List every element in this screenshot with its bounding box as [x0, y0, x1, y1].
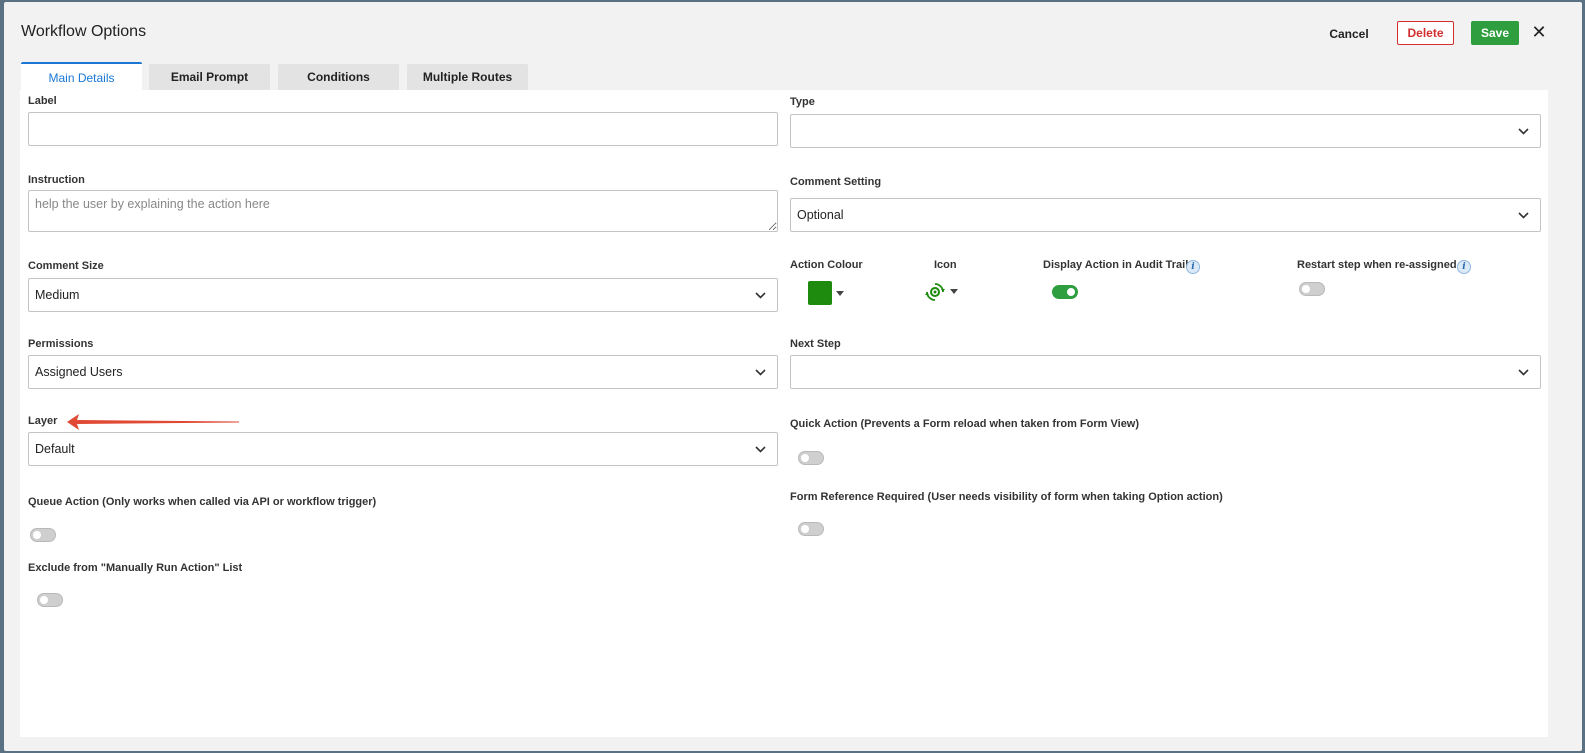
next-step-select[interactable] — [790, 355, 1541, 389]
restart-step-toggle[interactable] — [1299, 282, 1325, 296]
permissions-label: Permissions — [28, 338, 94, 350]
chevron-down-icon — [1506, 356, 1540, 388]
label-input[interactable] — [28, 112, 778, 146]
comment-setting-select[interactable]: Optional — [790, 198, 1541, 232]
caret-down-icon[interactable] — [836, 291, 844, 296]
exclude-manual-toggle[interactable] — [37, 593, 63, 607]
quick-action-label: Quick Action (Prevents a Form reload whe… — [790, 418, 1140, 430]
queue-action-toggle[interactable] — [30, 528, 56, 542]
label-field-label: Label — [28, 95, 57, 107]
restart-step-label: Restart step when re-assigned — [1297, 259, 1457, 271]
info-icon[interactable]: i — [1186, 260, 1200, 274]
type-select[interactable] — [790, 114, 1541, 148]
type-label: Type — [790, 96, 815, 108]
tab-main-details[interactable]: Main Details — [21, 62, 142, 92]
comment-setting-label: Comment Setting — [790, 176, 882, 188]
caret-down-icon[interactable] — [950, 289, 958, 294]
gear-refresh-icon[interactable] — [925, 282, 945, 302]
main-details-panel: Label Instruction Comment Size Medium Pe… — [20, 90, 1548, 737]
tab-multiple-routes[interactable]: Multiple Routes — [407, 64, 528, 91]
annotation-arrow-icon — [67, 414, 239, 430]
form-reference-toggle[interactable] — [798, 522, 824, 536]
cancel-button[interactable]: Cancel — [1323, 22, 1375, 46]
workflow-options-dialog: Workflow Options Cancel Delete Save ✕ Ma… — [4, 2, 1582, 751]
comment-size-label: Comment Size — [28, 260, 104, 272]
chevron-down-icon — [1506, 199, 1540, 231]
icon-label: Icon — [934, 259, 957, 271]
form-reference-label: Form Reference Required (User needs visi… — [790, 491, 1223, 503]
save-button[interactable]: Save — [1471, 21, 1519, 45]
next-step-label: Next Step — [790, 338, 841, 350]
display-audit-toggle[interactable] — [1052, 285, 1078, 299]
queue-action-label: Queue Action (Only works when called via… — [28, 496, 377, 508]
tab-email-prompt[interactable]: Email Prompt — [149, 64, 270, 91]
layer-select[interactable]: Default — [28, 432, 778, 466]
chevron-down-icon — [743, 356, 777, 388]
tab-conditions[interactable]: Conditions — [278, 64, 399, 91]
chevron-down-icon — [1506, 115, 1540, 147]
permissions-select[interactable]: Assigned Users — [28, 355, 778, 389]
quick-action-toggle[interactable] — [798, 451, 824, 465]
display-audit-label: Display Action in Audit Trail — [1043, 259, 1189, 271]
action-colour-swatch[interactable] — [808, 281, 832, 305]
chevron-down-icon — [743, 279, 777, 311]
close-icon[interactable]: ✕ — [1529, 21, 1549, 43]
layer-label: Layer — [28, 415, 58, 427]
chevron-down-icon — [743, 433, 777, 465]
dialog-title: Workflow Options — [21, 23, 147, 40]
info-icon[interactable]: i — [1457, 260, 1471, 274]
comment-size-select[interactable]: Medium — [28, 278, 778, 312]
delete-button[interactable]: Delete — [1397, 21, 1454, 45]
instruction-label: Instruction — [28, 174, 85, 186]
action-colour-label: Action Colour — [790, 259, 863, 271]
instruction-textarea[interactable] — [28, 190, 778, 232]
exclude-manual-label: Exclude from "Manually Run Action" List — [28, 562, 243, 574]
